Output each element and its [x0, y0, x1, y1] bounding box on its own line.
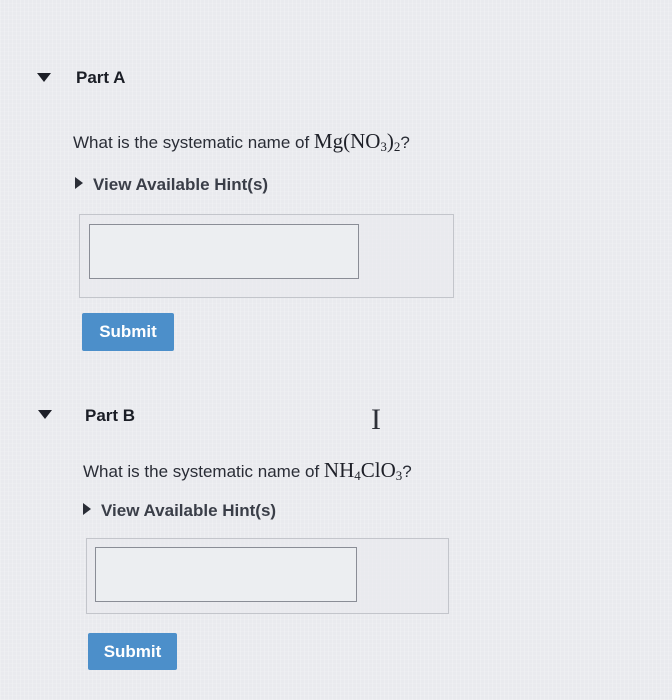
part-a-title[interactable]: Part A — [76, 68, 125, 88]
answer-input[interactable] — [95, 547, 357, 602]
part-a-question: What is the systematic name of Mg(NO3)2? — [73, 129, 410, 154]
submit-button[interactable]: Submit — [88, 633, 177, 670]
chemical-formula: Mg(NO3)2 — [313, 129, 401, 154]
question-text: What is the systematic name of — [83, 462, 324, 481]
view-hints-link[interactable]: View Available Hint(s) — [83, 501, 276, 521]
caret-right-icon — [83, 503, 91, 515]
question-text: What is the systematic name of — [73, 133, 314, 152]
answer-input[interactable] — [89, 224, 359, 279]
view-hints-link[interactable]: View Available Hint(s) — [75, 175, 268, 195]
part-b-question: What is the systematic name of NH4ClO3? — [83, 458, 412, 483]
chemical-formula: NH4ClO3 — [323, 458, 403, 483]
part-b-title[interactable]: Part B — [85, 406, 135, 426]
submit-button[interactable]: Submit — [82, 313, 174, 351]
caret-down-icon[interactable] — [38, 410, 52, 419]
caret-down-icon[interactable] — [37, 73, 51, 82]
caret-right-icon — [75, 177, 83, 189]
text-cursor-icon: I — [371, 403, 381, 436]
